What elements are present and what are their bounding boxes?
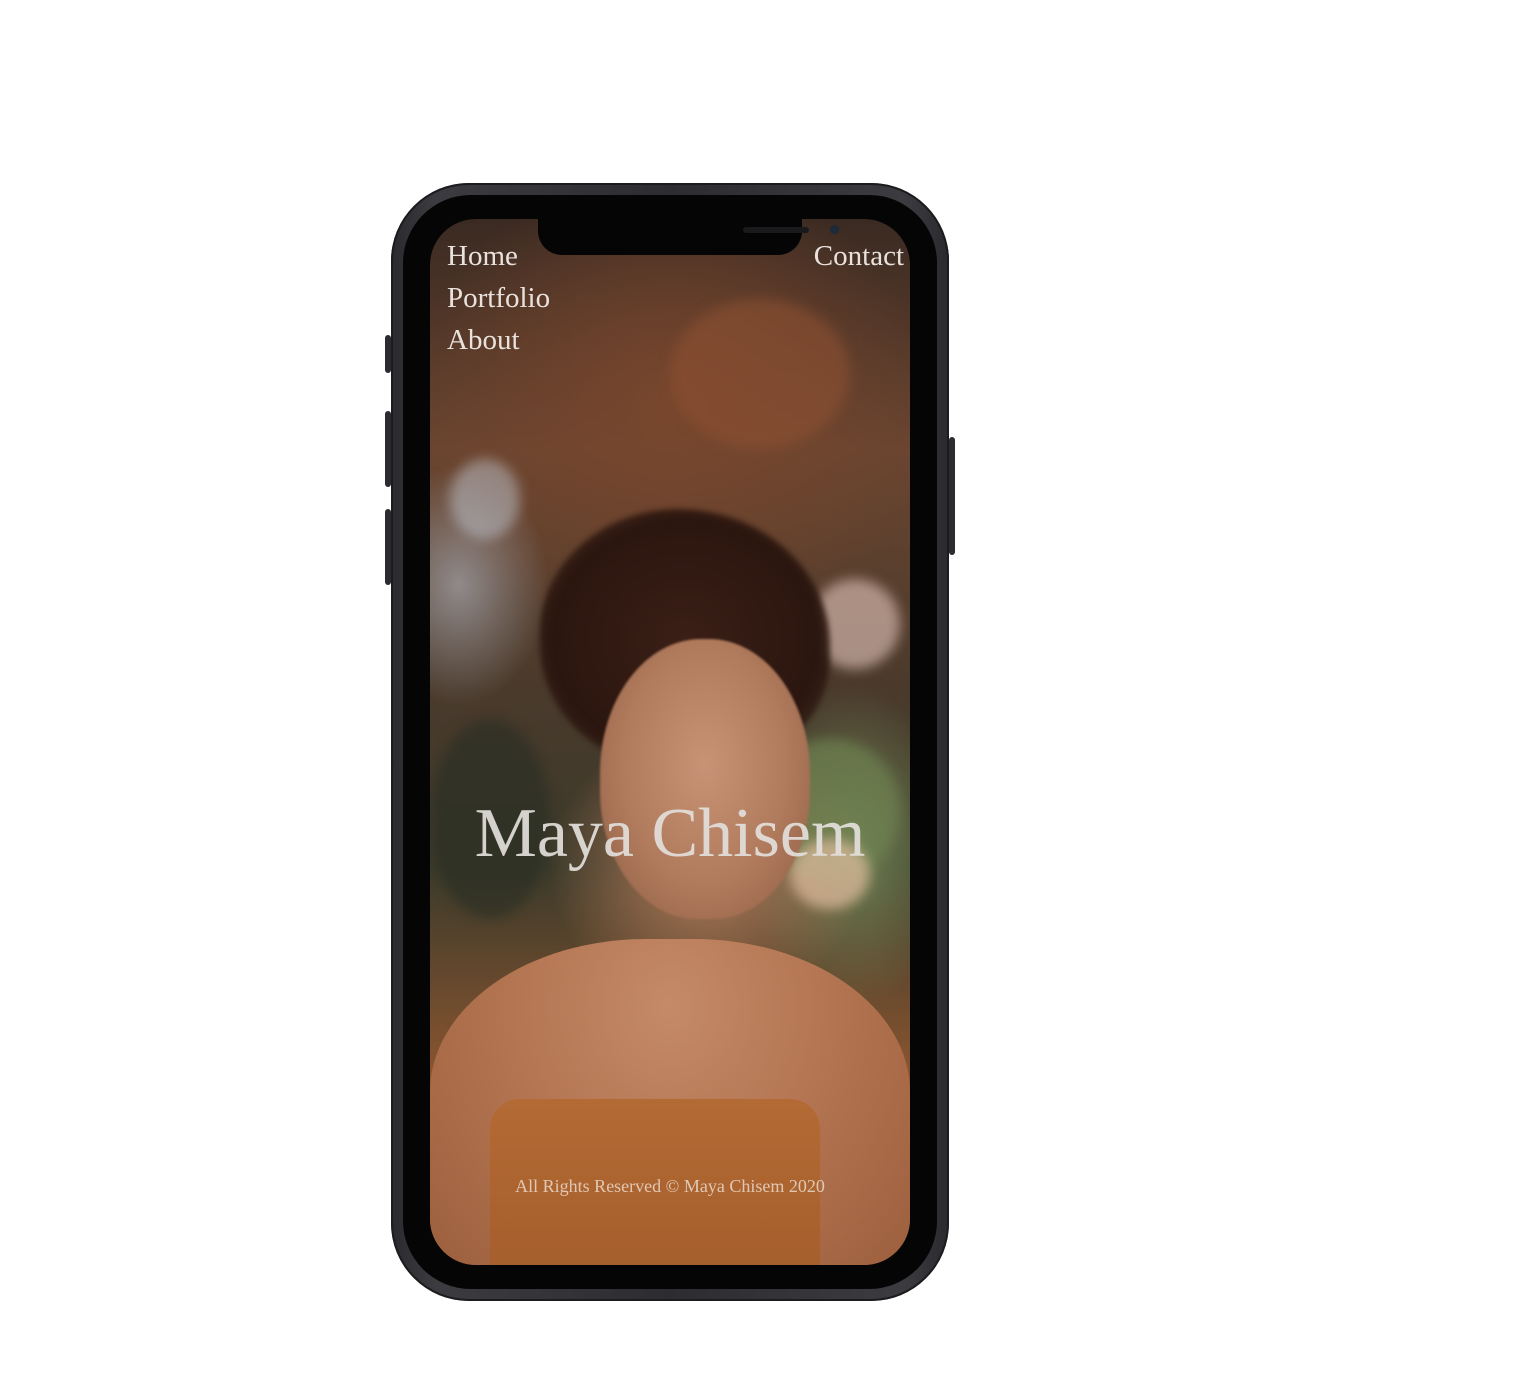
nav-link-contact[interactable]: Contact	[814, 240, 904, 272]
silent-switch	[385, 335, 391, 373]
speaker-grille	[743, 227, 809, 233]
front-camera	[830, 225, 839, 234]
power-button	[949, 437, 955, 555]
phone-screen: Home Portfolio About Contact Maya Chisem…	[430, 219, 910, 1265]
face-shape	[600, 639, 810, 919]
contact-nav: Contact	[814, 235, 904, 277]
nav-link-about[interactable]: About	[447, 319, 550, 361]
foliage-bokeh	[670, 299, 850, 449]
footer-copyright: All Rights Reserved © Maya Chisem 2020	[515, 1176, 825, 1196]
page: Home Portfolio About Contact Maya Chisem…	[0, 0, 1534, 1393]
volume-up-button	[385, 411, 391, 487]
foliage-bokeh	[450, 459, 520, 539]
nav-link-portfolio[interactable]: Portfolio	[447, 277, 550, 319]
main-nav: Home Portfolio About	[447, 235, 550, 361]
phone-mockup: Home Portfolio About Contact Maya Chisem…	[385, 183, 955, 1301]
phone-notch	[538, 219, 839, 255]
volume-down-button	[385, 509, 391, 585]
nav-link-home[interactable]: Home	[447, 235, 550, 277]
hero-title: Maya Chisem	[474, 795, 866, 872]
